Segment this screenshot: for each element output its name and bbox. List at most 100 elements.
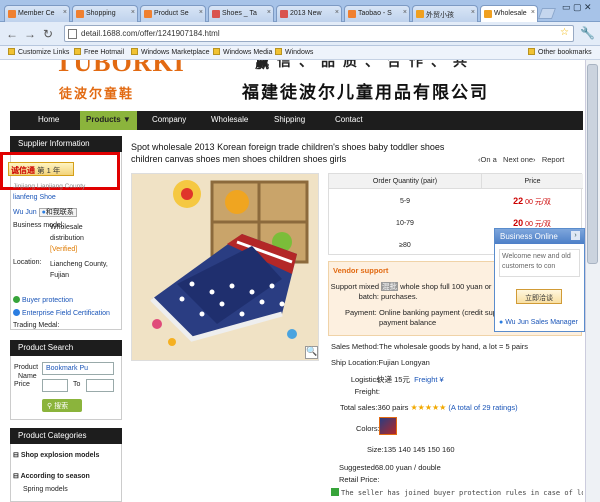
reload-icon[interactable]: ↻ — [43, 27, 53, 41]
badge-brand: 诚信通 — [11, 166, 35, 175]
nav-company[interactable]: Company — [152, 115, 186, 124]
back-arrow-icon[interactable]: ← — [6, 27, 18, 41]
category-item[interactable]: ⊟ Shop explosion models — [13, 451, 99, 459]
bookmark-item[interactable]: Free Hotmail — [74, 48, 124, 56]
bookmark-label: Free Hotmail — [84, 49, 125, 56]
bookmark-item[interactable]: Windows Media — [213, 48, 272, 56]
collapse-icon: ⊟ — [13, 473, 21, 480]
product-name-input[interactable]: Bookmark Pu — [42, 362, 114, 375]
favicon-icon — [8, 10, 16, 18]
previous-product-link[interactable]: ‹On a — [478, 155, 497, 164]
ratings-link[interactable]: (A total of 29 ratings) — [448, 403, 517, 412]
banner-slogan: 诚信、品质、合作、共赢 — [255, 60, 475, 71]
search-button[interactable]: ⚲ 搜索 — [42, 399, 82, 412]
nav-contact[interactable]: Contact — [335, 115, 363, 124]
report-link[interactable]: Report — [542, 155, 565, 164]
chevron-down-icon[interactable]: ¥ — [440, 375, 444, 384]
chengxintong-badge[interactable]: 诚信通 第 1 年 — [8, 162, 74, 176]
nav-shipping[interactable]: Shipping — [274, 115, 305, 124]
search-icon: ⚲ — [47, 403, 53, 410]
star-bookmark-icon[interactable]: ☆ — [560, 27, 569, 38]
price-min-input[interactable] — [42, 379, 68, 392]
bookmark-icon — [213, 48, 220, 55]
browser-tab[interactable]: Product Se × — [140, 5, 206, 22]
folder-icon — [528, 48, 535, 55]
retail-price-label: Retail Price: — [339, 475, 380, 484]
payment-label: Payment: — [345, 308, 377, 317]
close-icon[interactable]: × — [471, 9, 475, 16]
tab-label: 外贸小孩 — [426, 12, 454, 19]
logistics-text: 快递 15元 — [377, 375, 410, 384]
price-max-input[interactable] — [86, 379, 114, 392]
certification-icon — [13, 309, 20, 316]
category-item[interactable]: ⊟ According to season — [13, 472, 90, 480]
address-bar[interactable]: detail.1688.com/offer/1241907184.html ☆ — [64, 25, 574, 42]
freight-link[interactable]: Freight — [414, 375, 437, 384]
color-swatch[interactable] — [379, 417, 397, 435]
nav-home[interactable]: Home — [38, 115, 59, 124]
close-icon[interactable]: × — [267, 9, 271, 16]
logistics-label: Logistics Freight: — [350, 375, 380, 396]
bookmark-item[interactable]: Customize Links — [8, 48, 69, 56]
logo-chinese: 徒波尔童鞋 — [59, 86, 135, 101]
location-label: Location: — [13, 259, 42, 266]
sales-manager-link[interactable]: ● Wu Jun Sales Manager — [499, 319, 578, 326]
bookmark-icon — [8, 48, 15, 55]
contact-me-button[interactable]: ●和我联系 — [38, 208, 77, 217]
verified-badge: [Verified] — [50, 246, 78, 253]
other-bookmarks[interactable]: Other bookmarks — [528, 48, 592, 56]
browser-tab[interactable]: 2013 New × — [276, 5, 342, 22]
bookmark-item[interactable]: Windows — [275, 48, 313, 56]
sizes: Size:135 140 145 150 160 — [367, 445, 455, 454]
tab-label: 2013 New — [290, 10, 322, 17]
close-icon[interactable]: × — [531, 9, 535, 16]
close-icon[interactable]: × — [131, 9, 135, 16]
nav-products[interactable]: Products ▼ — [80, 111, 137, 130]
badge-years: 第 1 年 — [37, 166, 61, 175]
product-photo[interactable] — [131, 173, 319, 361]
collapse-icon: ⊟ — [13, 452, 21, 459]
location-value: Liancheng County, Fujian — [50, 261, 108, 279]
browser-tab[interactable]: Taobao - S × — [344, 5, 410, 22]
browser-tab-active[interactable]: Wholesale × — [480, 5, 538, 23]
collapse-arrow-icon[interactable]: › — [571, 231, 580, 240]
tab-bar: Member Ce × Shopping × Product Se × Shoes _… — [0, 0, 600, 23]
buyer-protection-link[interactable]: Buyer protection — [13, 296, 73, 304]
supplier-info-header: Supplier Information — [10, 136, 122, 152]
bookmark-label: Customize Links — [18, 49, 70, 56]
scrollbar-thumb[interactable] — [587, 64, 598, 264]
close-icon[interactable]: × — [63, 9, 67, 16]
enterprise-cert-link[interactable]: Enterprise Field Certification — [13, 309, 110, 317]
chat-now-button[interactable]: 立即洽谈 — [516, 289, 562, 304]
browser-tab[interactable]: 外贸小孩 × — [412, 5, 478, 22]
favicon-icon — [212, 10, 220, 18]
next-product-link[interactable]: Next one› — [503, 155, 536, 164]
wrench-icon[interactable]: 🔧 — [580, 26, 595, 40]
close-icon[interactable]: × — [199, 9, 203, 16]
forward-arrow-icon[interactable]: → — [24, 27, 36, 41]
subcategory-item[interactable]: Spring models — [23, 486, 68, 493]
bookmark-label: Windows Marketplace — [141, 49, 210, 56]
close-icon[interactable]: × — [403, 9, 407, 16]
contact-name-link[interactable]: Wu Jun — [13, 209, 37, 216]
bookmark-item[interactable]: Windows Marketplace — [131, 48, 209, 56]
brand-logo[interactable]: TUBORKIDS 徒波尔童鞋 — [55, 60, 185, 112]
business-online-header[interactable]: Business Online › — [495, 229, 584, 244]
close-icon[interactable]: × — [335, 9, 339, 16]
magnifier-icon[interactable]: magnifier-icon — [305, 346, 318, 359]
ship-location: Ship Location:Fujian Longyan — [331, 358, 430, 367]
browser-tab[interactable]: Member Ce × — [4, 5, 70, 22]
browser-tab[interactable]: Shopping × — [72, 5, 138, 22]
window-controls[interactable]: ▭ ▢ ✕ — [562, 2, 592, 13]
business-model-value: Wholesale distribution [Verified] — [50, 222, 118, 255]
browser-tab[interactable]: Shoes _ Ta × — [208, 5, 274, 22]
business-online-message: Welcome new and old customers to con — [499, 249, 580, 277]
product-categories-header: Product Categories — [10, 428, 122, 444]
supplier-company-link[interactable]: lianfeng Shoe — [13, 194, 56, 201]
search-button-label: 搜索 — [54, 403, 69, 410]
nav-wholesale[interactable]: Wholesale — [211, 115, 248, 124]
tab-label: Product Se — [154, 10, 189, 17]
logo-text: TUBORKIDS — [55, 60, 185, 77]
chat-icon: ● — [499, 319, 504, 326]
trading-medal-label: Trading Medal: — [13, 322, 60, 329]
